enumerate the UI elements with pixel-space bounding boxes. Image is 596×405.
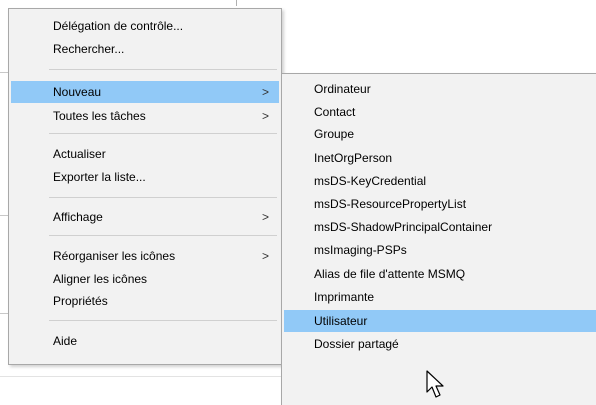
- submenu-item-msds-keycredential[interactable]: msDS-KeyCredential: [284, 170, 596, 192]
- submenu-nouveau: Ordinateur Contact Groupe InetOrgPerson …: [281, 73, 596, 405]
- submenu-item-label: Dossier partagé: [314, 337, 399, 351]
- menu-item-label: Toutes les tâches: [53, 109, 146, 123]
- menu-separator: [49, 197, 277, 198]
- menu-separator: [49, 320, 277, 321]
- submenu-item-label: msDS-KeyCredential: [314, 174, 427, 188]
- menu-separator: [49, 235, 277, 236]
- submenu-item-label: Imprimante: [314, 290, 375, 304]
- menu-item-nouveau[interactable]: Nouveau >: [11, 81, 279, 103]
- submenu-item-label: msDS-ShadowPrincipalContainer: [314, 220, 493, 234]
- submenu-item-alias-msmq[interactable]: Alias de file d'attente MSMQ: [284, 263, 596, 285]
- submenu-arrow-icon: >: [261, 210, 269, 224]
- arrow-pointer-icon: [426, 370, 444, 398]
- submenu-item-label: Ordinateur: [314, 82, 371, 96]
- submenu-item-utilisateur[interactable]: Utilisateur: [284, 310, 596, 332]
- submenu-arrow-icon: >: [261, 249, 269, 263]
- menu-item-label: Rechercher...: [53, 42, 125, 56]
- menu-item-aligner-les-icones[interactable]: Aligner les icônes: [11, 268, 279, 290]
- submenu-item-contact[interactable]: Contact: [284, 101, 596, 123]
- submenu-item-label: Contact: [314, 105, 356, 119]
- menu-item-label: Aligner les icônes: [53, 272, 148, 286]
- menu-item-aide[interactable]: Aide: [11, 330, 279, 352]
- menu-item-label: Délégation de contrôle...: [53, 19, 184, 33]
- submenu-arrow-icon: >: [261, 85, 269, 99]
- submenu-item-inetorgperson[interactable]: InetOrgPerson: [284, 147, 596, 169]
- menu-separator: [49, 133, 277, 134]
- menu-item-actualiser[interactable]: Actualiser: [11, 143, 279, 165]
- menu-item-proprietes[interactable]: Propriétés: [11, 290, 279, 312]
- submenu-item-msds-resourcepropertylist[interactable]: msDS-ResourcePropertyList: [284, 193, 596, 215]
- submenu-item-label: msDS-ResourcePropertyList: [314, 197, 467, 211]
- menu-item-label: Réorganiser les icônes: [53, 249, 176, 263]
- menu-item-label: Propriétés: [53, 294, 108, 308]
- submenu-item-label: InetOrgPerson: [314, 151, 393, 165]
- menu-item-rechercher[interactable]: Rechercher...: [11, 38, 279, 60]
- context-menu: Délégation de contrôle... Rechercher... …: [8, 8, 282, 365]
- submenu-item-label: Groupe: [314, 127, 355, 141]
- submenu-item-label: Utilisateur: [314, 314, 368, 328]
- submenu-item-msimaging-psps[interactable]: msImaging-PSPs: [284, 239, 596, 261]
- menu-item-toutes-les-taches[interactable]: Toutes les tâches >: [11, 105, 279, 127]
- submenu-item-imprimante[interactable]: Imprimante: [284, 286, 596, 308]
- menu-item-label: Aide: [53, 334, 78, 348]
- menu-item-label: Exporter la liste...: [53, 170, 146, 184]
- submenu-item-ordinateur[interactable]: Ordinateur: [284, 78, 596, 100]
- submenu-arrow-icon: >: [261, 109, 269, 123]
- submenu-item-label: msImaging-PSPs: [314, 243, 407, 257]
- menu-item-delegation[interactable]: Délégation de contrôle...: [11, 15, 279, 37]
- menu-item-label: Affichage: [53, 210, 103, 224]
- submenu-item-groupe[interactable]: Groupe: [284, 123, 596, 145]
- background-divider: [0, 376, 281, 377]
- menu-separator: [49, 69, 277, 70]
- submenu-item-msds-shadowprincipalcontainer[interactable]: msDS-ShadowPrincipalContainer: [284, 216, 596, 238]
- background-tick: [236, 0, 237, 6]
- submenu-item-label: Alias de file d'attente MSMQ: [314, 267, 466, 281]
- menu-item-label: Actualiser: [53, 147, 106, 161]
- menu-item-label: Nouveau: [53, 85, 102, 99]
- menu-item-reorganiser-les-icones[interactable]: Réorganiser les icônes >: [11, 245, 279, 267]
- screen: Délégation de contrôle... Rechercher... …: [0, 0, 596, 405]
- menu-item-affichage[interactable]: Affichage >: [11, 206, 279, 228]
- menu-item-exporter-la-liste[interactable]: Exporter la liste...: [11, 166, 279, 188]
- submenu-item-dossier-partage[interactable]: Dossier partagé: [284, 333, 596, 355]
